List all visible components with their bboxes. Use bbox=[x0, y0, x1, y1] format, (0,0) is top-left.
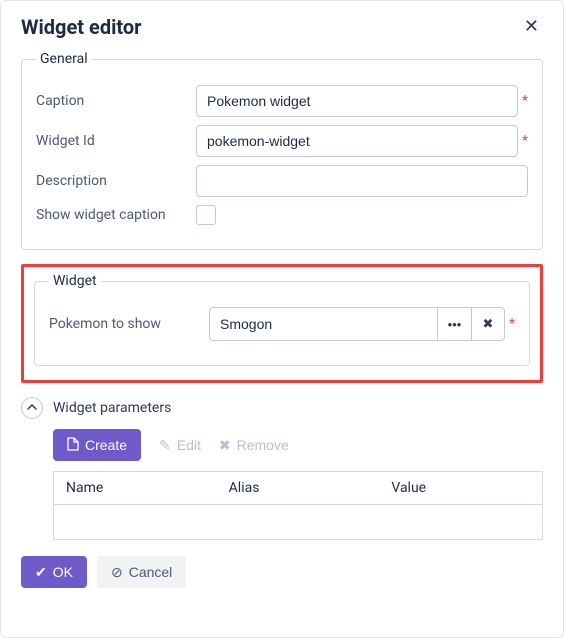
widget-id-label: Widget Id bbox=[36, 133, 184, 149]
table-row[interactable] bbox=[54, 505, 542, 539]
dialog-header: Widget editor ✕ bbox=[21, 15, 543, 39]
col-value[interactable]: Value bbox=[379, 472, 542, 504]
widget-section: Widget Pokemon to show ••• ✖ * bbox=[34, 273, 530, 366]
description-row: Description bbox=[36, 165, 528, 197]
general-legend: General bbox=[36, 51, 92, 67]
pokemon-clear-button[interactable]: ✖ bbox=[471, 307, 505, 341]
params-body: Create ✎ Edit ✖ Remove Name Alias Value bbox=[21, 429, 543, 540]
required-mark: * bbox=[522, 93, 528, 109]
pokemon-label: Pokemon to show bbox=[49, 316, 197, 332]
pokemon-picker: ••• ✖ bbox=[209, 307, 505, 341]
widget-legend: Widget bbox=[49, 273, 101, 289]
pokemon-row: Pokemon to show ••• ✖ * bbox=[49, 307, 515, 341]
caption-row: Caption * bbox=[36, 85, 528, 117]
table-head: Name Alias Value bbox=[54, 472, 542, 505]
caption-input[interactable] bbox=[196, 85, 518, 117]
widget-section-highlight: Widget Pokemon to show ••• ✖ * bbox=[21, 264, 543, 383]
params-header: Widget parameters bbox=[21, 397, 543, 419]
pencil-icon: ✎ bbox=[159, 437, 171, 454]
clear-icon: ✖ bbox=[483, 316, 494, 332]
ellipsis-icon: ••• bbox=[448, 317, 462, 332]
dialog-title: Widget editor bbox=[21, 15, 142, 39]
general-section: General Caption * Widget Id * Descriptio… bbox=[21, 51, 543, 250]
ok-label: OK bbox=[53, 564, 73, 580]
cancel-button[interactable]: ⊘ Cancel bbox=[97, 556, 186, 588]
show-caption-checkbox[interactable] bbox=[196, 205, 216, 225]
close-button[interactable]: ✕ bbox=[520, 15, 543, 37]
chevron-up-icon bbox=[27, 402, 37, 415]
widget-id-row: Widget Id * bbox=[36, 125, 528, 157]
ban-icon: ⊘ bbox=[111, 564, 123, 581]
remove-label: Remove bbox=[237, 437, 289, 453]
caption-label: Caption bbox=[36, 93, 184, 109]
col-name[interactable]: Name bbox=[54, 472, 217, 504]
pokemon-lookup-button[interactable]: ••• bbox=[437, 307, 471, 341]
description-input[interactable] bbox=[196, 165, 528, 197]
show-caption-label: Show widget caption bbox=[36, 207, 184, 223]
create-label: Create bbox=[85, 437, 127, 453]
widget-editor-dialog: Widget editor ✕ General Caption * Widget… bbox=[0, 0, 564, 638]
widget-id-input[interactable] bbox=[196, 125, 518, 157]
create-button[interactable]: Create bbox=[53, 429, 141, 461]
remove-icon: ✖ bbox=[219, 437, 231, 454]
required-mark: * bbox=[509, 316, 515, 332]
params-toolbar: Create ✎ Edit ✖ Remove bbox=[53, 429, 543, 461]
file-icon bbox=[67, 437, 79, 454]
ok-button[interactable]: ✔ OK bbox=[21, 556, 87, 588]
required-mark: * bbox=[522, 133, 528, 149]
dialog-footer: ✔ OK ⊘ Cancel bbox=[21, 556, 543, 588]
cancel-label: Cancel bbox=[129, 564, 173, 580]
edit-button[interactable]: ✎ Edit bbox=[159, 429, 201, 461]
widget-parameters-section: Widget parameters Create ✎ Edit ✖ Remove bbox=[21, 397, 543, 540]
params-table: Name Alias Value bbox=[53, 471, 543, 540]
remove-button[interactable]: ✖ Remove bbox=[219, 429, 289, 461]
show-caption-row: Show widget caption bbox=[36, 205, 528, 225]
close-icon: ✕ bbox=[524, 17, 539, 35]
pokemon-input[interactable] bbox=[209, 307, 437, 341]
description-label: Description bbox=[36, 173, 184, 189]
collapse-button[interactable] bbox=[21, 397, 43, 419]
col-alias[interactable]: Alias bbox=[217, 472, 380, 504]
check-icon: ✔ bbox=[35, 564, 47, 581]
params-title: Widget parameters bbox=[53, 400, 171, 416]
edit-label: Edit bbox=[177, 437, 201, 453]
